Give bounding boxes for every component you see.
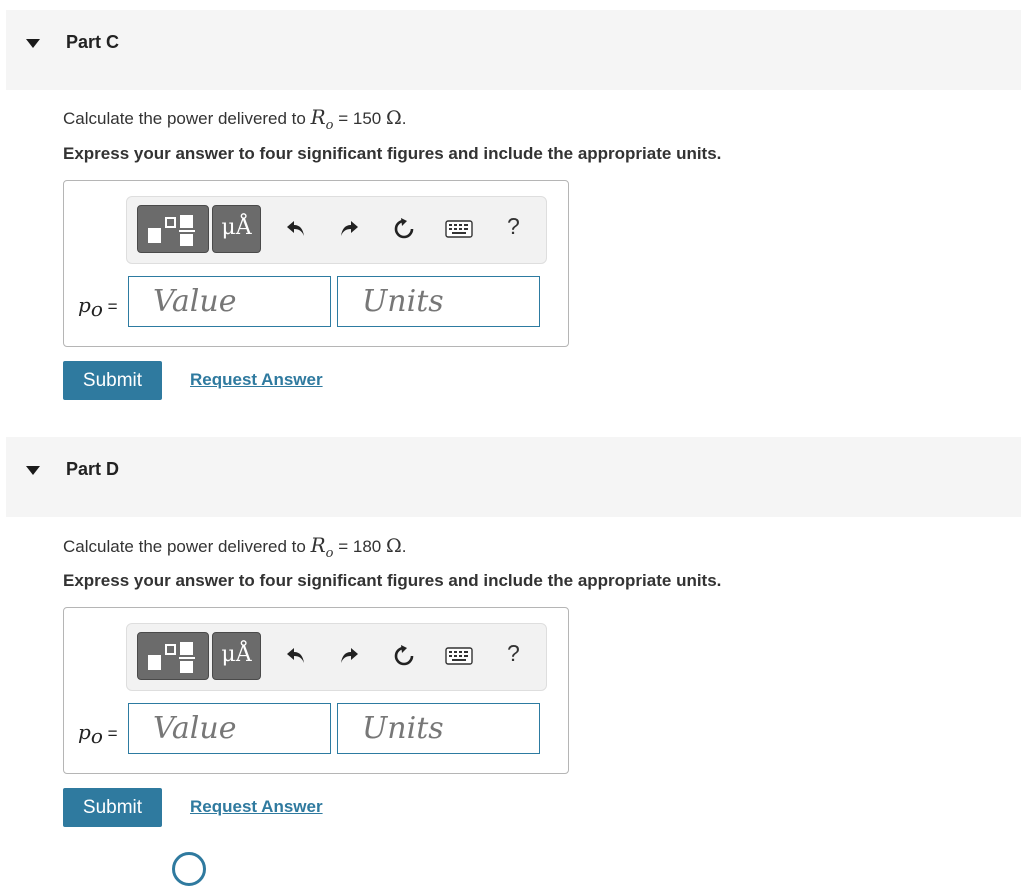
part-c-header[interactable]: Part C	[6, 10, 1021, 90]
undo-icon[interactable]	[282, 215, 310, 243]
variable-subscript: o	[90, 724, 103, 749]
question-text: Calculate the power delivered to Ro = 15…	[63, 105, 406, 133]
templates-button[interactable]	[137, 205, 209, 253]
question-suffix: .	[401, 537, 407, 556]
question-prefix: Calculate the power delivered to	[63, 109, 311, 128]
redo-icon[interactable]	[335, 642, 363, 670]
instruction-text: Express your answer to four significant …	[63, 571, 722, 590]
question-value: = 150	[333, 109, 386, 128]
variable-label: po =	[78, 720, 118, 748]
help-icon[interactable]: ?	[507, 213, 520, 240]
value-input[interactable]	[129, 277, 330, 326]
value-input[interactable]	[129, 704, 330, 753]
value-field[interactable]	[128, 703, 331, 754]
units-field[interactable]	[337, 703, 540, 754]
variable-name: p	[78, 720, 91, 744]
part-title: Part D	[66, 459, 120, 479]
templates-button[interactable]	[137, 632, 209, 680]
resistor-symbol: Ro	[310, 105, 334, 133]
reset-icon[interactable]	[390, 642, 418, 670]
answer-box: μÅ ? po =	[63, 180, 569, 347]
units-input[interactable]	[338, 277, 539, 326]
variable-equals: =	[102, 297, 118, 316]
help-icon[interactable]: ?	[507, 640, 520, 667]
symbol: R	[310, 533, 326, 557]
part-title: Part C	[66, 32, 120, 52]
request-answer-link[interactable]: Request Answer	[190, 797, 323, 817]
resistor-symbol: Ro	[310, 533, 334, 561]
variable-equals: =	[102, 724, 118, 743]
units-field[interactable]	[337, 276, 540, 327]
keyboard-icon[interactable]	[445, 215, 473, 243]
partial-circle-icon	[172, 852, 206, 886]
submit-button[interactable]: Submit	[63, 361, 162, 400]
undo-icon[interactable]	[282, 642, 310, 670]
request-answer-link[interactable]: Request Answer	[190, 370, 323, 390]
units-input[interactable]	[338, 704, 539, 753]
variable-label: po =	[78, 293, 118, 321]
math-toolbar: μÅ ?	[126, 196, 547, 264]
ohm-symbol: Ω	[385, 107, 402, 129]
part-d-header[interactable]: Part D	[6, 437, 1021, 517]
symbol: R	[310, 105, 326, 129]
answer-box: μÅ ? po =	[63, 607, 569, 774]
instruction-text: Express your answer to four significant …	[63, 144, 722, 163]
reset-icon[interactable]	[390, 215, 418, 243]
question-suffix: .	[401, 109, 407, 128]
units-button[interactable]: μÅ	[212, 632, 261, 680]
units-button-label: μÅ	[221, 215, 252, 240]
units-button[interactable]: μÅ	[212, 205, 261, 253]
redo-icon[interactable]	[335, 215, 363, 243]
math-toolbar: μÅ ?	[126, 623, 547, 691]
caret-down-icon[interactable]	[26, 39, 40, 48]
variable-name: p	[78, 293, 91, 317]
value-field[interactable]	[128, 276, 331, 327]
question-value: = 180	[333, 537, 386, 556]
question-text: Calculate the power delivered to Ro = 18…	[63, 533, 406, 561]
submit-button[interactable]: Submit	[63, 788, 162, 827]
keyboard-icon[interactable]	[445, 642, 473, 670]
units-button-label: μÅ	[221, 642, 252, 667]
variable-subscript: o	[90, 297, 103, 322]
caret-down-icon[interactable]	[26, 466, 40, 475]
question-prefix: Calculate the power delivered to	[63, 537, 311, 556]
ohm-symbol: Ω	[385, 535, 402, 557]
